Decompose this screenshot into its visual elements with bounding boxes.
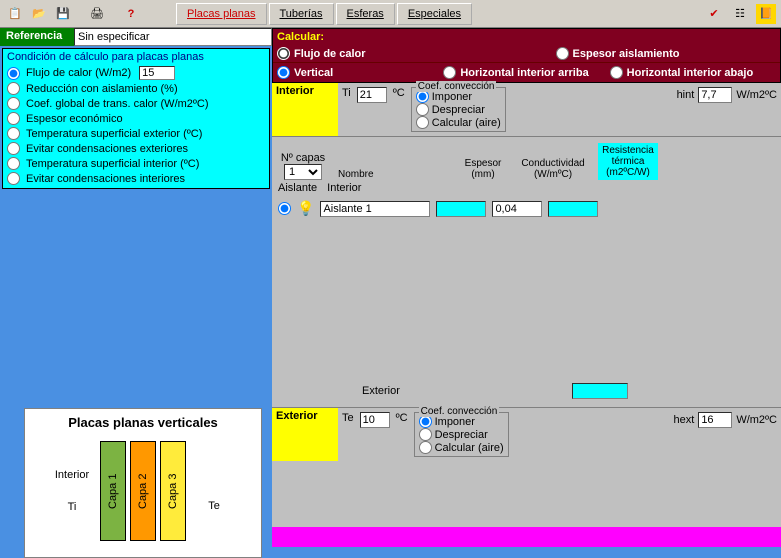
diagram-panel: Placas planas verticales Interior Ti Cap… (24, 408, 262, 558)
col-espesor: Espesor (mm) (458, 158, 508, 180)
ncapas-select[interactable]: 1 (284, 164, 322, 180)
te-input[interactable] (360, 412, 390, 428)
resist-cell (548, 201, 598, 217)
conduct-input[interactable] (492, 201, 542, 217)
tab-esferas[interactable]: Esferas (336, 3, 395, 25)
ti-label: Ti (342, 87, 351, 99)
diagram-exterior-side: Te (190, 470, 238, 512)
capa-3: Capa 3 (160, 441, 186, 541)
layers-section: Nº capas 1 Nombre Espesor (mm) Conductiv… (272, 137, 781, 407)
tab-especiales[interactable]: Especiales (397, 3, 472, 25)
exterior-section: Exterior Te ºC Coef. convección Imponer … (272, 407, 781, 461)
cond-label-3: Espesor económico (26, 113, 123, 125)
cond-label-0: Flujo de calor (W/m2) (26, 67, 131, 79)
coef-int-legend: Coef. convección (416, 81, 497, 92)
col-nombre: Nombre (338, 169, 448, 180)
interior-sub-label: Interior (327, 182, 361, 194)
orient-vertical[interactable]: Vertical (277, 66, 443, 79)
coef-ext-legend: Coef. convección (419, 406, 500, 417)
diagram-interior-side: Interior Ti (48, 469, 96, 513)
cond-label-6: Temperatura superficial interior (ºC) (26, 158, 199, 170)
interior-section: Interior Ti ºC Coef. convección Imponer … (272, 83, 781, 137)
coef-int-group: Coef. convección Imponer Despreciar Calc… (411, 87, 506, 132)
coef-int-despreciar[interactable]: Despreciar (416, 103, 501, 116)
ti-unit: ºC (393, 87, 405, 99)
cond-reduccion[interactable] (7, 82, 20, 95)
cond-label-1: Reducción con aislamiento (%) (26, 83, 178, 95)
print-icon[interactable]: 🖨 (86, 3, 108, 25)
cond-label-5: Evitar condensaciones exteriores (26, 143, 188, 155)
status-bar (272, 527, 781, 547)
hint-input[interactable] (698, 87, 732, 103)
cond-label-4: Temperatura superficial exterior (ºC) (26, 128, 202, 140)
interior-label: Interior (272, 83, 338, 136)
conditions-panel: Condición de cálculo para placas planas … (2, 48, 270, 189)
check-icon[interactable]: ✔ (703, 3, 725, 25)
hext-label: hext (674, 414, 695, 426)
cond-coef-global[interactable] (7, 97, 20, 110)
diagram-title: Placas planas verticales (31, 415, 255, 430)
diagram-te-label: Te (190, 500, 238, 512)
te-unit: ºC (396, 412, 408, 424)
cond-flujo-calor[interactable] (7, 67, 20, 80)
cond-espesor-econ[interactable] (7, 112, 20, 125)
coef-ext-despreciar[interactable]: Despreciar (419, 428, 504, 441)
layers-exterior-label: Exterior (362, 385, 400, 397)
espesor-cell[interactable] (436, 201, 486, 217)
tab-tuberias[interactable]: Tuberías (269, 3, 334, 25)
right-panel: Calcular: Flujo de calor Espesor aislami… (272, 28, 781, 547)
diagram-ti-label: Ti (48, 501, 96, 513)
exterior-label: Exterior (272, 408, 338, 461)
hext-input[interactable] (698, 412, 732, 428)
coef-int-calcular[interactable]: Calcular (aire) (416, 116, 501, 129)
coef-ext-group: Coef. convección Imponer Despreciar Calc… (414, 412, 509, 457)
left-panel: Referencia Condición de cálculo para pla… (0, 28, 272, 547)
toolbar: 📋 📂 💾 🖨 ? Placas planas Tuberías Esferas… (0, 0, 781, 28)
ncapas-label: Nº capas (278, 152, 328, 164)
reference-label: Referencia (0, 28, 74, 46)
exterior-cyan-cell (572, 383, 628, 399)
help-icon[interactable]: ? (120, 3, 142, 25)
calc-espesor[interactable]: Espesor aislamiento (556, 47, 680, 60)
layer-name-input[interactable] (320, 201, 430, 217)
col-resist: Resistencia térmica (m2ºC/W) (598, 143, 658, 180)
ti-input[interactable] (357, 87, 387, 103)
orient-h-arriba[interactable]: Horizontal interior arriba (443, 66, 609, 79)
hint-unit: W/m2ºC (736, 89, 777, 101)
save-icon[interactable]: 💾 (52, 3, 74, 25)
coef-ext-calcular[interactable]: Calcular (aire) (419, 441, 504, 454)
new-icon[interactable]: 📋 (4, 3, 26, 25)
te-label: Te (342, 412, 354, 424)
diagram-interior-label: Interior (48, 469, 96, 481)
aislante-label: Aislante (278, 182, 317, 194)
conditions-title: Condición de cálculo para placas planas (5, 51, 267, 63)
capa-2: Capa 2 (130, 441, 156, 541)
layer-row: 💡 (278, 200, 775, 217)
cond-value-input[interactable] (139, 66, 175, 80)
calc-panel: Calcular: Flujo de calor Espesor aislami… (272, 28, 781, 83)
chart-icon[interactable]: ☷ (729, 3, 751, 25)
tab-placas-planas[interactable]: Placas planas (176, 3, 267, 25)
orient-h-abajo[interactable]: Horizontal interior abajo (610, 66, 776, 79)
hint-label: hint (677, 89, 695, 101)
col-conduct: Conductividad (W/mºC) (518, 158, 588, 180)
calc-flujo[interactable]: Flujo de calor (277, 47, 366, 60)
bulb-icon[interactable]: 💡 (297, 200, 314, 217)
open-icon[interactable]: 📂 (28, 3, 50, 25)
hext-unit: W/m2ºC (736, 414, 777, 426)
cond-label-2: Coef. global de trans. calor (W/m2ºC) (26, 98, 209, 110)
capa-1: Capa 1 (100, 441, 126, 541)
reference-input[interactable] (74, 28, 272, 46)
cond-label-7: Evitar condensaciones interiores (26, 173, 185, 185)
cond-temp-int[interactable] (7, 157, 20, 170)
cond-conden-ext[interactable] (7, 142, 20, 155)
layer-radio[interactable] (278, 202, 291, 215)
calc-title: Calcular: (273, 29, 780, 45)
exit-icon[interactable]: 📙 (755, 3, 777, 25)
cond-temp-ext[interactable] (7, 127, 20, 140)
cond-conden-int[interactable] (7, 172, 20, 185)
